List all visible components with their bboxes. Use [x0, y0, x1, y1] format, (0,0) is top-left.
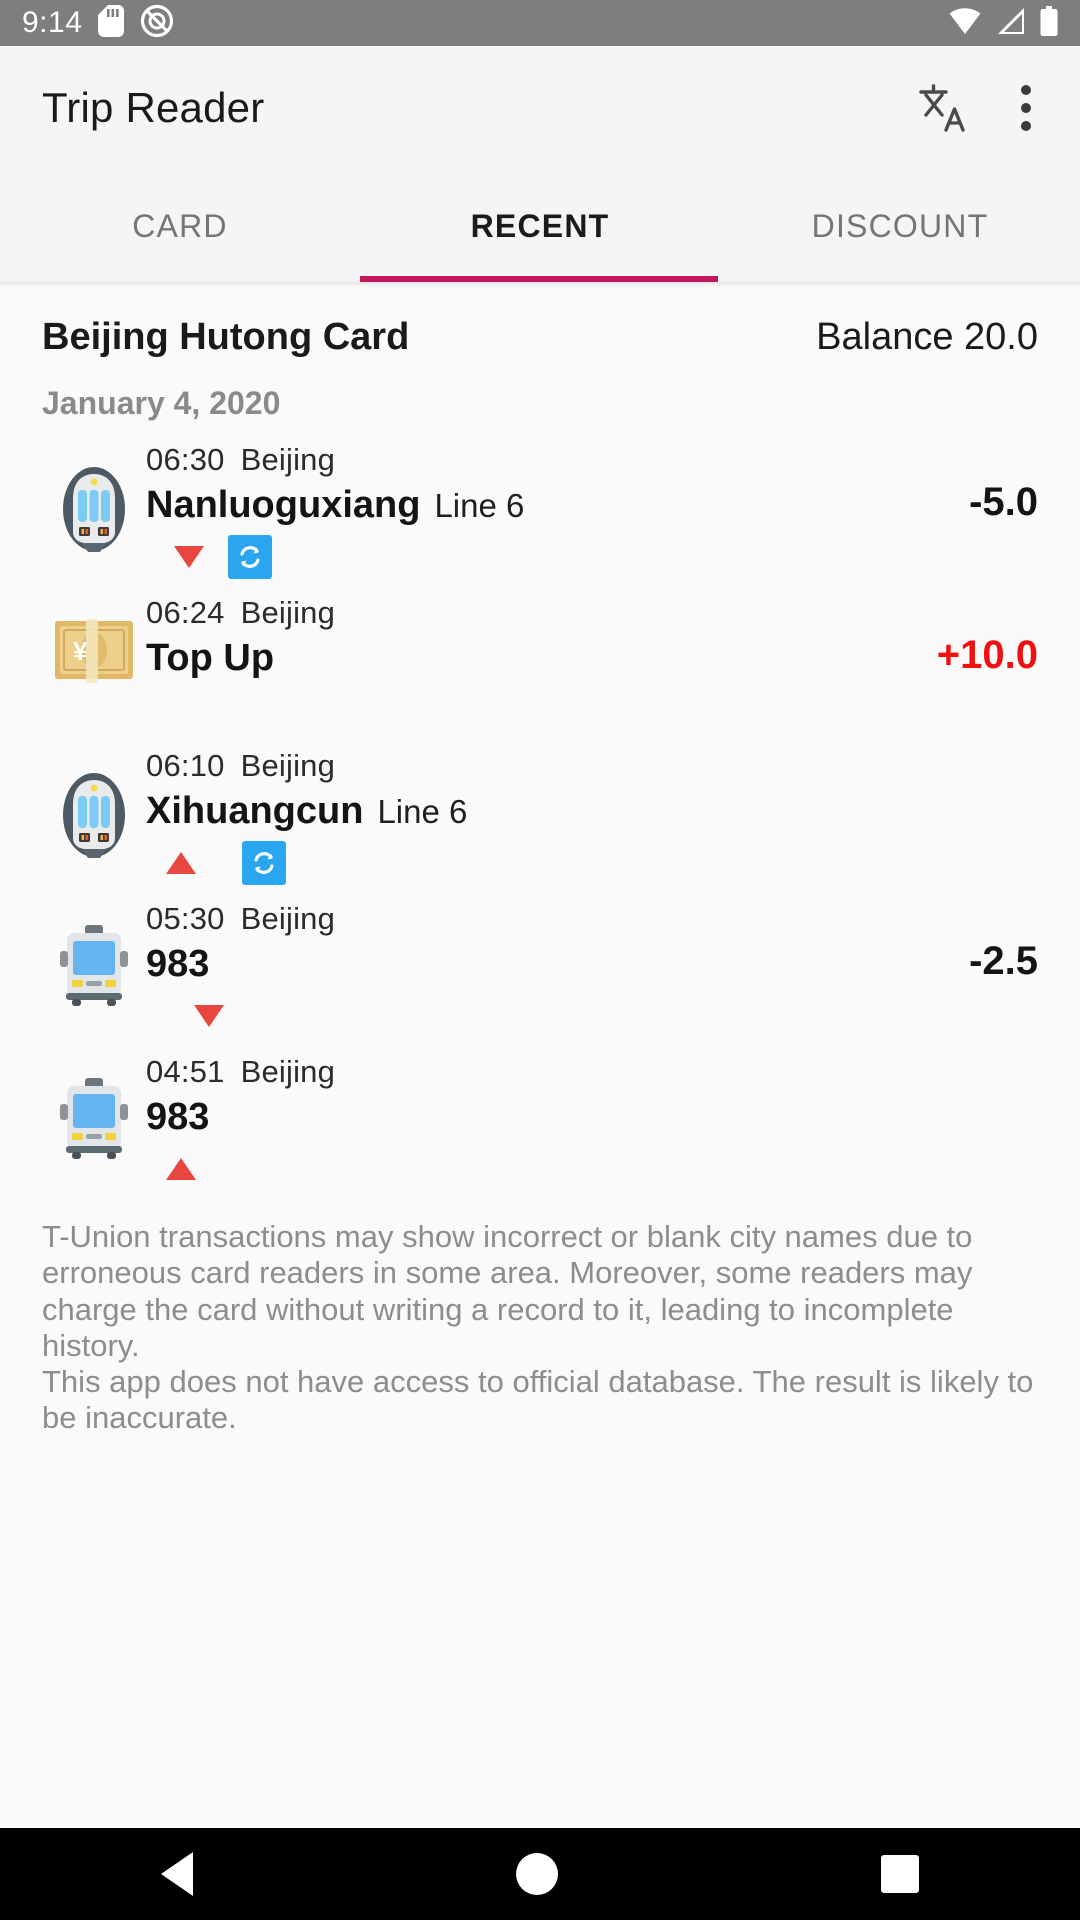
- tab-discount[interactable]: DISCOUNT: [720, 170, 1080, 282]
- transaction-station-name: 983: [146, 943, 210, 985]
- wifi-icon: [948, 7, 982, 40]
- exit-direction-icon: [194, 1005, 224, 1027]
- metro-icon: [42, 744, 146, 860]
- system-navigation-bar: [0, 1828, 1080, 1920]
- transaction-meta: 06:10 Beijing: [146, 748, 888, 784]
- transaction-time: 06:10: [146, 748, 225, 783]
- transaction-main: Xihuangcun Line 6: [146, 790, 888, 833]
- transaction-station-name: 983: [146, 1096, 210, 1138]
- transaction-details: 06:30 Beijing Nanluoguxiang Line 6: [146, 438, 888, 581]
- transaction-row[interactable]: 04:51 Beijing 983: [42, 1050, 1038, 1193]
- transaction-time: 06:24: [146, 595, 225, 630]
- sd-card-icon: [98, 4, 125, 42]
- transaction-details: 06:24 Beijing Top Up: [146, 591, 888, 734]
- more-vertical-icon[interactable]: [1014, 81, 1038, 135]
- transaction-main: Nanluoguxiang Line 6: [146, 484, 888, 527]
- transaction-flags: [146, 839, 888, 887]
- transaction-amount: +10.0: [936, 633, 1038, 677]
- transaction-city: Beijing: [240, 595, 336, 630]
- transaction-row[interactable]: 06:10 Beijing Xihuangcun Line 6: [42, 744, 1038, 887]
- recent-transactions-panel: Beijing Hutong Card Balance 20.0 January…: [0, 282, 1080, 1828]
- transaction-amount: [888, 744, 1038, 786]
- app-bar: Trip Reader: [0, 46, 1080, 170]
- app-bar-actions: [916, 81, 1038, 135]
- card-summary-header: Beijing Hutong Card Balance 20.0: [42, 282, 1038, 359]
- transaction-meta: 04:51 Beijing: [146, 1054, 888, 1090]
- date-section-header: January 4, 2020: [42, 385, 281, 421]
- transaction-station-name: Top Up: [146, 637, 275, 679]
- status-bar-right: [948, 5, 1058, 41]
- transaction-city: Beijing: [240, 748, 336, 783]
- tab-bar: CARD RECENT DISCOUNT: [0, 170, 1080, 282]
- status-bar-left: 9:14: [22, 4, 174, 43]
- transfer-icon: [242, 841, 286, 885]
- transaction-meta: 06:24 Beijing: [146, 595, 888, 631]
- card-balance: Balance 20.0: [816, 316, 1038, 358]
- transaction-main: Top Up: [146, 637, 888, 680]
- transaction-station-name: Nanluoguxiang: [146, 484, 421, 526]
- transaction-main: 983: [146, 1096, 888, 1139]
- transaction-flags: [146, 686, 888, 734]
- status-bar: 9:14: [0, 0, 1080, 46]
- home-icon[interactable]: [515, 1853, 558, 1895]
- tab-recent[interactable]: RECENT: [360, 170, 720, 282]
- transaction-main: 983: [146, 943, 888, 986]
- entry-direction-icon: [166, 852, 196, 874]
- svg-text:¥: ¥: [73, 636, 88, 666]
- transaction-details: 05:30 Beijing 983: [146, 897, 888, 1040]
- battery-icon: [1040, 5, 1058, 41]
- disclaimer-paragraph-2: This app does not have access to officia…: [42, 1364, 1034, 1436]
- transaction-amount: -5.0: [969, 480, 1038, 524]
- transaction-list: 06:30 Beijing Nanluoguxiang Line 6 -5.0 …: [42, 438, 1038, 1193]
- banknote-icon: ¥: [42, 591, 146, 683]
- metro-icon: [42, 438, 146, 554]
- status-bar-clock: 9:14: [22, 6, 83, 39]
- transaction-city: Beijing: [240, 442, 336, 477]
- card-name: Beijing Hutong Card: [42, 316, 410, 358]
- transaction-amount: [888, 1050, 1038, 1092]
- transaction-line-name: Line 6: [434, 487, 525, 524]
- exit-direction-icon: [174, 546, 204, 568]
- transaction-city: Beijing: [240, 1054, 336, 1089]
- do-not-disturb-icon: [140, 4, 174, 43]
- page-title: Trip Reader: [42, 84, 265, 131]
- transaction-time: 06:30: [146, 442, 225, 477]
- recents-icon[interactable]: [880, 1855, 919, 1893]
- transaction-amount: -2.5: [969, 939, 1038, 983]
- transfer-icon: [228, 535, 272, 579]
- transaction-flags: [146, 533, 888, 581]
- transaction-city: Beijing: [240, 901, 336, 936]
- disclaimer-text: T-Union transactions may show incorrect …: [42, 1219, 1038, 1437]
- transaction-row[interactable]: 05:30 Beijing 983 -2.5: [42, 897, 1038, 1040]
- transaction-row[interactable]: 06:30 Beijing Nanluoguxiang Line 6 -5.0: [42, 438, 1038, 581]
- transaction-details: 06:10 Beijing Xihuangcun Line 6: [146, 744, 888, 887]
- transaction-line-name: Line 6: [377, 793, 468, 830]
- transaction-meta: 05:30 Beijing: [146, 901, 888, 937]
- transaction-station-name: Xihuangcun: [146, 790, 364, 832]
- bus-icon: [42, 1050, 146, 1160]
- transaction-flags: [146, 992, 888, 1040]
- tab-indicator: [360, 276, 718, 282]
- entry-direction-icon: [166, 1158, 196, 1180]
- translate-icon[interactable]: [916, 81, 970, 135]
- bus-icon: [42, 897, 146, 1007]
- transaction-details: 04:51 Beijing 983: [146, 1050, 888, 1193]
- transaction-time: 05:30: [146, 901, 225, 936]
- back-icon[interactable]: [161, 1852, 194, 1896]
- transaction-flags: [146, 1145, 888, 1193]
- tab-card[interactable]: CARD: [0, 170, 360, 282]
- transaction-row[interactable]: ¥ 06:24 Beijing Top Up +10.0: [42, 591, 1038, 734]
- transaction-time: 04:51: [146, 1054, 225, 1089]
- cellular-signal-icon: [996, 7, 1026, 40]
- disclaimer-paragraph-1: T-Union transactions may show incorrect …: [42, 1219, 973, 1363]
- transaction-meta: 06:30 Beijing: [146, 442, 888, 478]
